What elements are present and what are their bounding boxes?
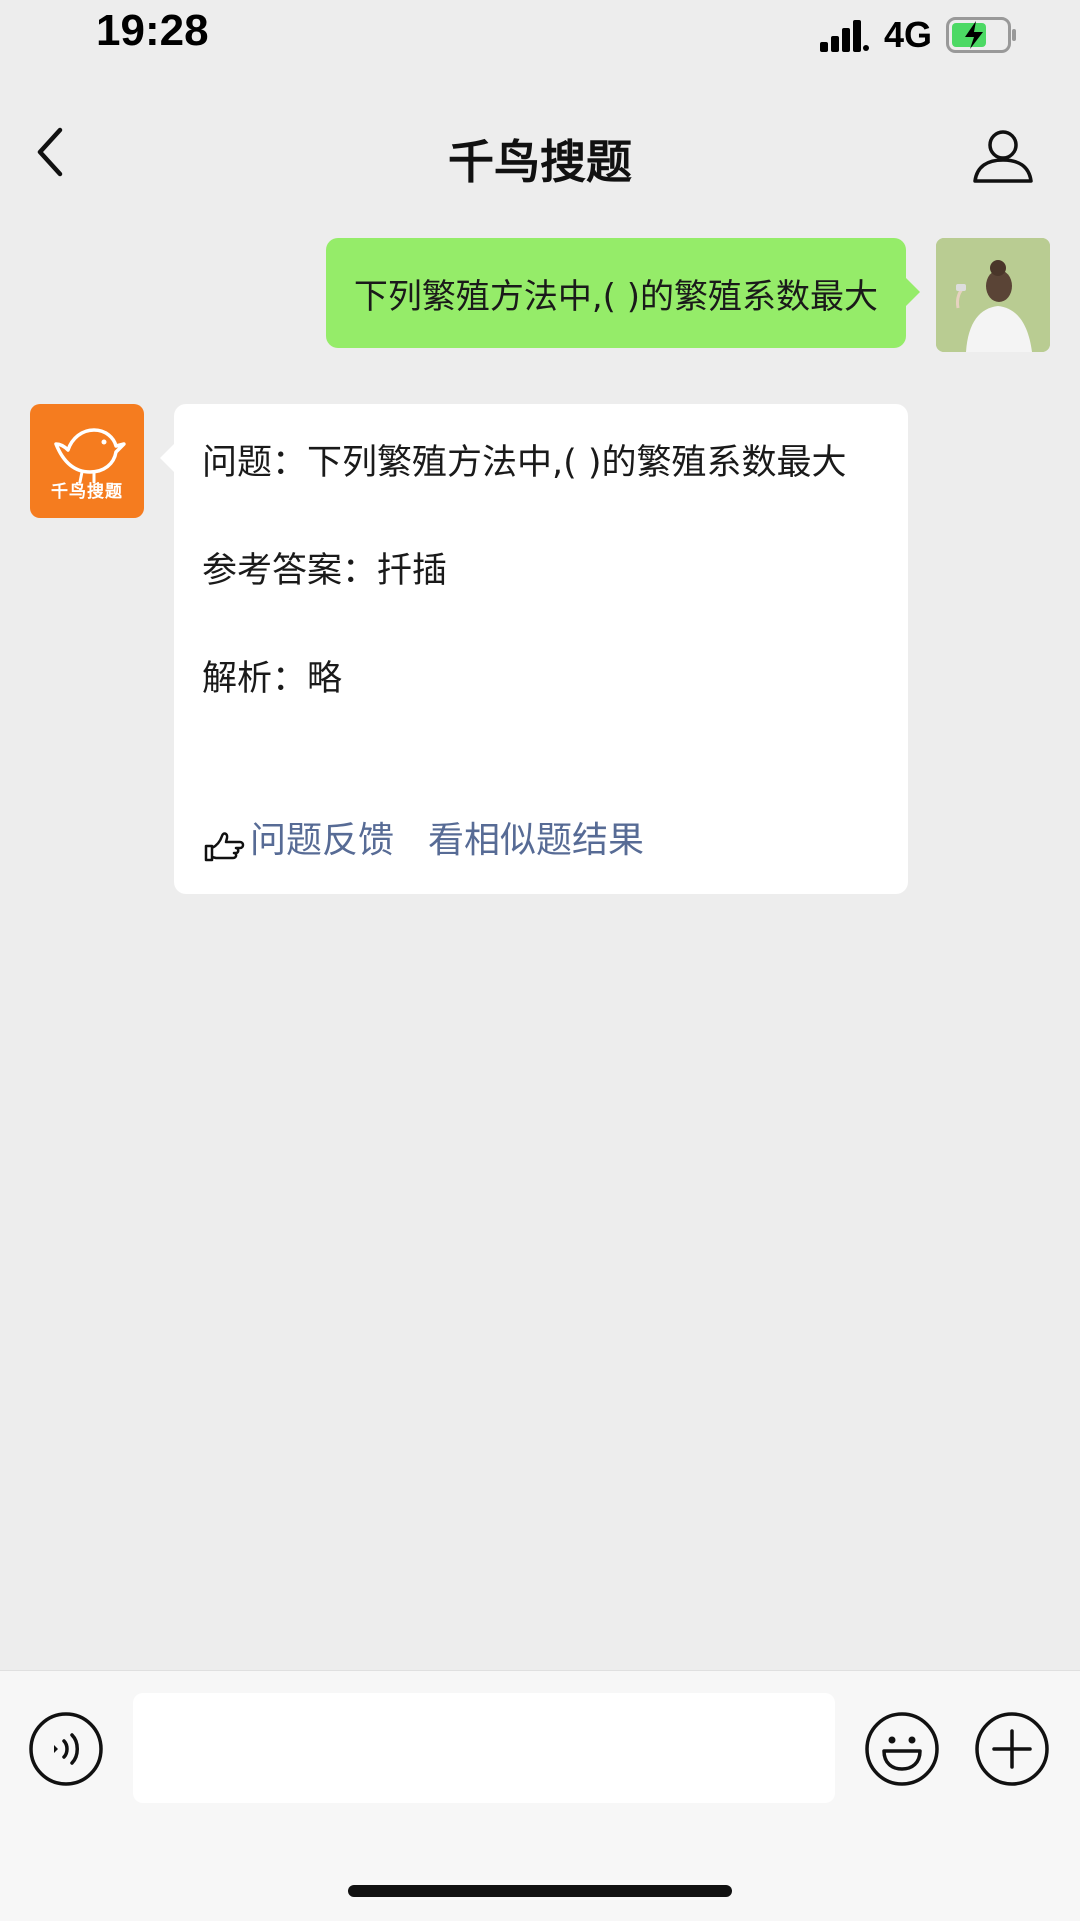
similar-questions-link[interactable]: 看相似题结果 [428, 814, 644, 868]
feedback-link[interactable]: 问题反馈 [250, 814, 394, 868]
battery-charging-icon [946, 17, 1016, 53]
message-input[interactable] [133, 1693, 835, 1803]
status-bar: 19:28 4G [0, 0, 1080, 72]
emoji-icon[interactable] [864, 1711, 940, 1787]
input-bar [0, 1670, 1080, 1921]
answer-bubble: 问题：下列繁殖方法中,( )的繁殖系数最大 参考答案：扦插 解析：略 问题反馈 … [160, 404, 908, 894]
sent-message: 下列繁殖方法中,( )的繁殖系数最大 [0, 238, 1080, 358]
received-message: 千鸟搜题 问题：下列繁殖方法中,( )的繁殖系数最大 参考答案：扦插 解析：略 … [0, 404, 1080, 904]
bot-avatar[interactable]: 千鸟搜题 [30, 404, 144, 518]
profile-icon[interactable] [972, 128, 1034, 184]
bot-avatar-label: 千鸟搜题 [51, 482, 123, 502]
signal-icon [820, 20, 869, 52]
page-title: 千鸟搜题 [448, 135, 632, 189]
answer-text: 参考答案：扦插 [202, 551, 448, 591]
user-avatar-image [936, 238, 1050, 352]
status-time: 19:28 [96, 6, 209, 55]
links-row: 问题反馈 看相似题结果 [202, 814, 644, 868]
nav-bar: 千鸟搜题 [0, 72, 1080, 208]
network-label: 4G [884, 14, 933, 55]
pointing-hand-icon [204, 832, 245, 862]
voice-icon[interactable] [28, 1711, 104, 1787]
sent-bubble[interactable]: 下列繁殖方法中,( )的繁殖系数最大 [325, 238, 921, 348]
analysis-text: 解析：略 [202, 659, 343, 699]
home-indicator[interactable] [348, 1885, 732, 1897]
chat-area: 下列繁殖方法中,( )的繁殖系数最大 千鸟搜题 问题：下列繁殖方法中,()的繁… [0, 208, 1080, 1670]
question-text: 问题：下列繁殖方法中,( )的繁殖系数最大 [202, 443, 847, 483]
user-avatar[interactable] [936, 238, 1050, 352]
plus-icon[interactable] [974, 1711, 1050, 1787]
